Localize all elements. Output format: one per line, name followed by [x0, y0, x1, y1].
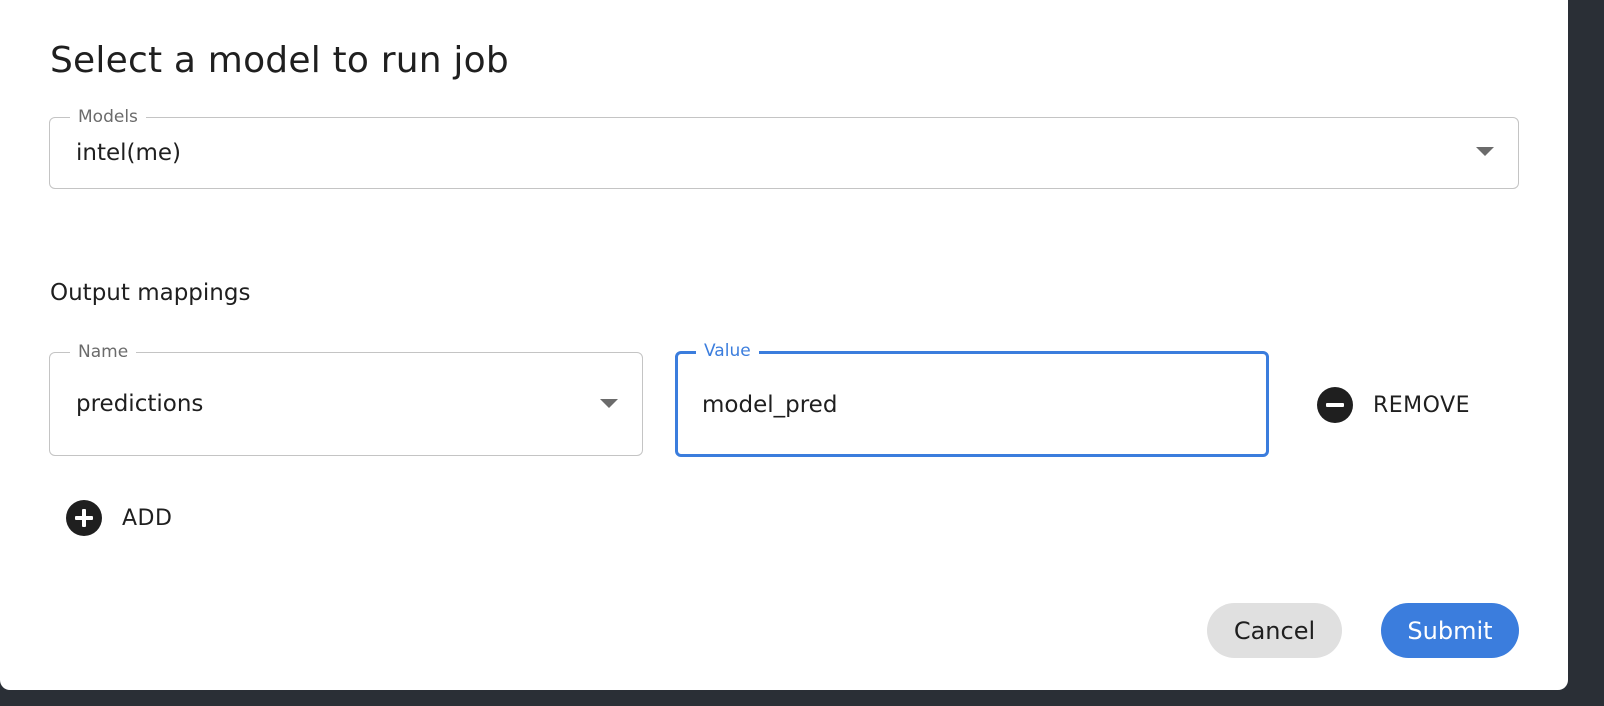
select-model-dialog: Select a model to run job Models intel(m…: [0, 0, 1568, 690]
models-value: intel(me): [76, 140, 182, 166]
add-label: ADD: [122, 505, 173, 531]
cancel-button[interactable]: Cancel: [1207, 603, 1342, 658]
submit-button[interactable]: Submit: [1381, 603, 1519, 658]
mapping-name-legend: Name: [70, 341, 137, 363]
remove-mapping-button[interactable]: REMOVE: [1317, 387, 1470, 423]
models-select[interactable]: Models intel(me): [49, 106, 1519, 189]
add-mapping-button[interactable]: ADD: [66, 500, 172, 536]
models-legend: Models: [70, 106, 146, 128]
mapping-value-legend: Value: [696, 340, 759, 362]
mapping-value-text[interactable]: model_pred: [702, 392, 837, 418]
plus-circle-icon: [66, 500, 102, 536]
mapping-name-select[interactable]: Name predictions: [49, 341, 643, 456]
mapping-value-input[interactable]: Value model_pred: [675, 340, 1269, 457]
remove-label: REMOVE: [1373, 392, 1471, 418]
mapping-name-value: predictions: [76, 391, 204, 417]
minus-circle-icon: [1317, 387, 1353, 423]
caret-down-icon[interactable]: [1476, 147, 1494, 156]
output-mappings-label: Output mappings: [50, 280, 251, 306]
dialog-title: Select a model to run job: [50, 40, 509, 81]
caret-down-icon[interactable]: [600, 399, 618, 408]
